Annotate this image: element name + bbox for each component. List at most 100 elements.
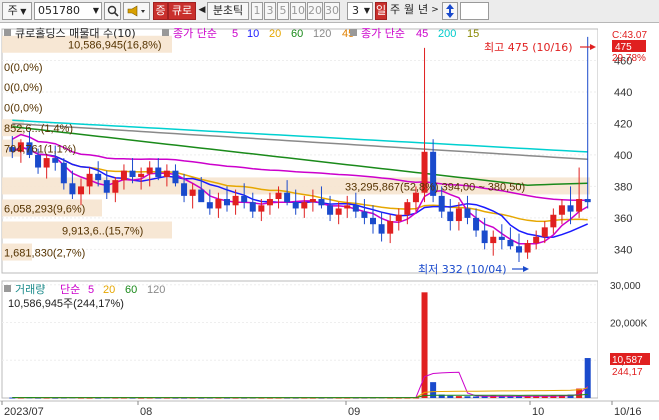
candle-body[interactable] <box>584 199 591 203</box>
search-button[interactable] <box>104 2 121 20</box>
prev-arrow-icon[interactable]: ◀ <box>198 2 206 20</box>
candle-body[interactable] <box>138 173 145 177</box>
candle-body[interactable] <box>481 230 488 244</box>
candle-body[interactable] <box>447 211 454 222</box>
last-volume-pct: 244,17 <box>612 367 643 378</box>
ma-legend-period: 10 <box>247 28 259 40</box>
candle-body[interactable] <box>163 170 170 177</box>
stock-code-input[interactable]: 051780 ▼ <box>34 2 102 20</box>
period-number-5[interactable]: 5 <box>277 2 289 20</box>
stock-chart[interactable]: 46044042040038036034010,586,945(16,8%)0(… <box>0 23 659 420</box>
x-axis-label: 10/16 <box>614 406 642 418</box>
candle-body[interactable] <box>249 202 256 212</box>
ticker-name[interactable]: 큐로 <box>168 2 196 20</box>
candle-body[interactable] <box>35 154 42 168</box>
candle-body[interactable] <box>206 202 213 209</box>
interval-select[interactable]: 3 ▼ <box>347 2 373 20</box>
candle-body[interactable] <box>327 205 334 215</box>
volume-bar[interactable] <box>507 396 514 398</box>
candle-body[interactable] <box>378 224 385 234</box>
candle-body[interactable] <box>412 192 419 203</box>
ma2-legend-label: 종가 단순 <box>361 27 405 40</box>
candle-body[interactable] <box>507 239 514 247</box>
candle-body[interactable] <box>558 205 565 215</box>
candle-body[interactable] <box>344 205 351 209</box>
candle-body[interactable] <box>455 208 462 222</box>
candle-body[interactable] <box>292 202 299 209</box>
candle-body[interactable] <box>550 214 557 228</box>
volume-bar[interactable] <box>473 396 480 398</box>
candle-body[interactable] <box>155 167 162 177</box>
volume-profile-label: 33,295,867(52,8%) 394,00 ~ 380,50) <box>345 181 525 193</box>
candle-body[interactable] <box>524 243 531 253</box>
candle-body[interactable] <box>335 208 342 215</box>
candle-body[interactable] <box>438 195 445 212</box>
candle-body[interactable] <box>309 199 316 203</box>
candle-body[interactable] <box>387 221 394 234</box>
candle-body[interactable] <box>86 173 93 187</box>
period-number-3[interactable]: 3 <box>264 2 276 20</box>
volume-bar[interactable] <box>584 358 591 398</box>
next-arrow-icon[interactable]: > <box>430 2 440 20</box>
candle-body[interactable] <box>172 170 179 184</box>
candle-body[interactable] <box>258 205 265 212</box>
candle-body[interactable] <box>464 208 471 218</box>
volume-bar[interactable] <box>464 396 471 398</box>
candle-body[interactable] <box>129 170 136 177</box>
period-number-10[interactable]: 10 <box>290 2 306 20</box>
candle-body[interactable] <box>43 158 50 168</box>
speaker-button[interactable] <box>123 2 150 20</box>
candle-body[interactable] <box>223 199 231 206</box>
extra-input[interactable] <box>460 2 489 20</box>
candle-body[interactable] <box>567 205 574 212</box>
volume-panel-title: 거래량 <box>15 283 45 296</box>
period-number-30[interactable]: 30 <box>324 2 340 20</box>
candle-body[interactable] <box>52 158 59 163</box>
candle-body[interactable] <box>490 236 497 244</box>
ma-legend-period: 20 <box>269 28 281 40</box>
candle-body[interactable] <box>318 199 325 206</box>
volume-profile-label: 9,913,6..(15,7%) <box>62 225 143 237</box>
period-number-20[interactable]: 20 <box>307 2 323 20</box>
candle-body[interactable] <box>215 199 222 209</box>
candle-body[interactable] <box>275 192 282 200</box>
volume-bar[interactable] <box>447 395 454 398</box>
candle-body[interactable] <box>77 186 85 195</box>
market-select[interactable]: 주 ▼ <box>2 2 32 20</box>
candle-body[interactable] <box>541 227 548 237</box>
candle-body[interactable] <box>369 217 377 225</box>
candle-body[interactable] <box>301 202 308 209</box>
candle-body[interactable] <box>232 195 239 206</box>
candle-body[interactable] <box>498 236 505 240</box>
yearly-tab[interactable]: 년 <box>416 2 430 20</box>
candle-body[interactable] <box>60 162 67 184</box>
candle-body[interactable] <box>95 173 102 181</box>
candle-body[interactable] <box>515 246 523 253</box>
candle-body[interactable] <box>266 199 273 206</box>
candle-body[interactable] <box>189 189 196 196</box>
period-tick-button[interactable]: 분초틱 <box>207 2 249 20</box>
candle-body[interactable] <box>69 183 76 195</box>
candle-body[interactable] <box>352 205 359 212</box>
interval-value: 3 <box>352 4 359 17</box>
candle-body[interactable] <box>533 236 540 244</box>
weekly-tab[interactable]: 주 <box>388 2 402 20</box>
candle-body[interactable] <box>120 170 127 181</box>
candle-body[interactable] <box>241 195 248 203</box>
daily-tab[interactable]: 일 <box>375 2 387 20</box>
candle-body[interactable] <box>395 214 402 222</box>
period-number-1[interactable]: 1 <box>251 2 263 20</box>
volume-bar[interactable] <box>455 396 462 398</box>
candle-body[interactable] <box>103 180 110 193</box>
candle-body[interactable] <box>284 192 291 203</box>
candle-body[interactable] <box>146 167 153 174</box>
sort-button[interactable] <box>442 2 458 20</box>
candle-body[interactable] <box>361 211 368 218</box>
candle-body[interactable] <box>404 202 411 215</box>
candle-body[interactable] <box>576 199 583 212</box>
monthly-tab[interactable]: 월 <box>402 2 416 20</box>
candle-body[interactable] <box>198 189 205 203</box>
candle-body[interactable] <box>473 217 480 231</box>
candle-body[interactable] <box>181 183 188 196</box>
candle-body[interactable] <box>112 180 119 193</box>
